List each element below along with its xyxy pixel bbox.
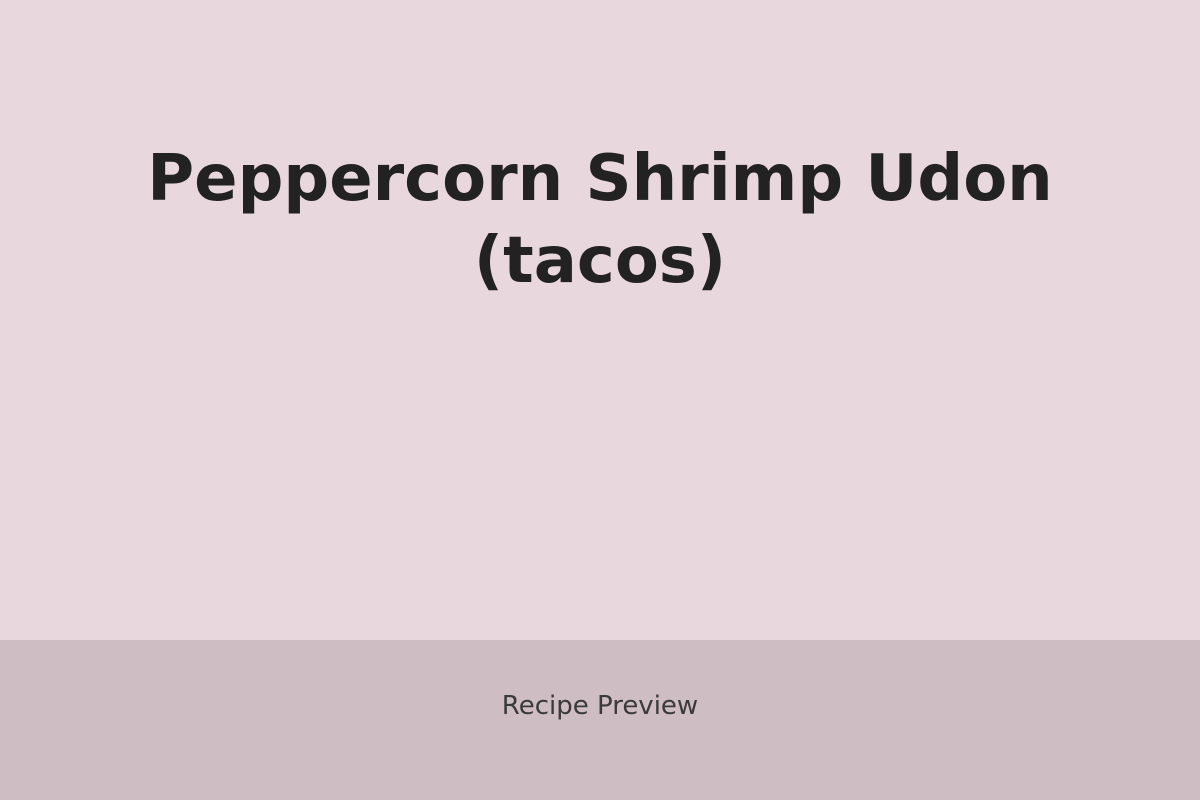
recipe-title-line-1: Peppercorn Shrimp Udon: [147, 142, 1053, 216]
recipe-title: Peppercorn Shrimp Udon (tacos): [100, 138, 1100, 302]
recipe-hero: Peppercorn Shrimp Udon (tacos): [0, 0, 1200, 640]
recipe-title-line-2: (tacos): [473, 224, 727, 298]
footer-label: Recipe Preview: [501, 691, 699, 721]
